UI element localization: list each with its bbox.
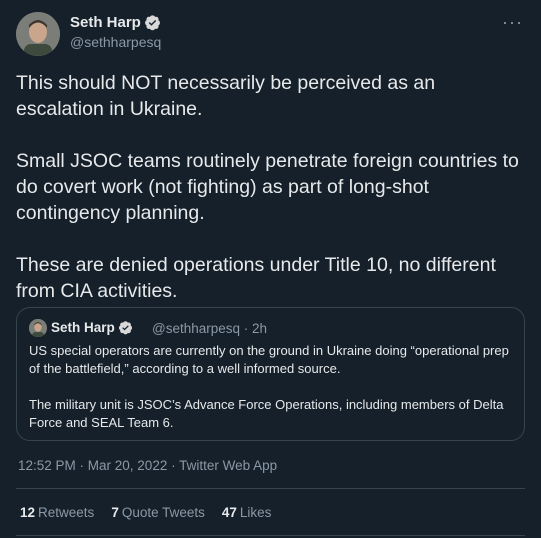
verified-badge-icon bbox=[144, 15, 160, 31]
tweet-text: This should NOT necessarily be perceived… bbox=[16, 72, 519, 302]
avatar-photo-icon bbox=[29, 319, 47, 337]
quote-tweets-stat[interactable]: 7 Quote Tweets bbox=[111, 505, 205, 520]
avatar-photo-icon bbox=[16, 12, 60, 56]
quote-tweets-label: Quote Tweets bbox=[121, 505, 205, 520]
tweet-timestamp[interactable]: 12:52 PM · Mar 20, 2022 · Twitter Web Ap… bbox=[18, 458, 277, 473]
retweets-label: Retweets bbox=[38, 505, 95, 520]
engagement-stats: 12 Retweets 7 Quote Tweets 47 Likes bbox=[20, 505, 271, 520]
more-options-button[interactable]: ··· bbox=[502, 12, 523, 33]
divider bbox=[16, 488, 525, 489]
quoted-author-name: Seth Harp bbox=[51, 320, 133, 335]
divider bbox=[16, 535, 525, 536]
likes-label: Likes bbox=[239, 505, 272, 520]
author-name[interactable]: Seth Harp bbox=[70, 14, 161, 31]
quoted-tweet-text: US special operators are currently on th… bbox=[29, 343, 509, 430]
quoted-tweet[interactable]: Seth Harp @sethharpesq · 2h US special o… bbox=[16, 307, 525, 441]
tweet-card: Seth Harp @sethharpesq ··· This should N… bbox=[0, 0, 541, 538]
likes-count: 47 bbox=[221, 505, 237, 520]
author-avatar[interactable] bbox=[16, 12, 60, 56]
more-options-icon: ··· bbox=[502, 12, 523, 32]
quote-tweets-count: 7 bbox=[111, 505, 119, 520]
quoted-tweet-meta: @sethharpesq · 2h bbox=[152, 321, 268, 336]
quoted-author-name-text: Seth Harp bbox=[51, 320, 115, 335]
author-handle[interactable]: @sethharpesq bbox=[70, 34, 161, 50]
quoted-author-avatar bbox=[29, 319, 47, 337]
retweets-count: 12 bbox=[20, 505, 36, 520]
verified-badge-icon bbox=[118, 321, 132, 335]
author-name-text: Seth Harp bbox=[70, 14, 141, 31]
retweets-stat[interactable]: 12 Retweets bbox=[20, 505, 94, 520]
likes-stat[interactable]: 47 Likes bbox=[222, 505, 272, 520]
